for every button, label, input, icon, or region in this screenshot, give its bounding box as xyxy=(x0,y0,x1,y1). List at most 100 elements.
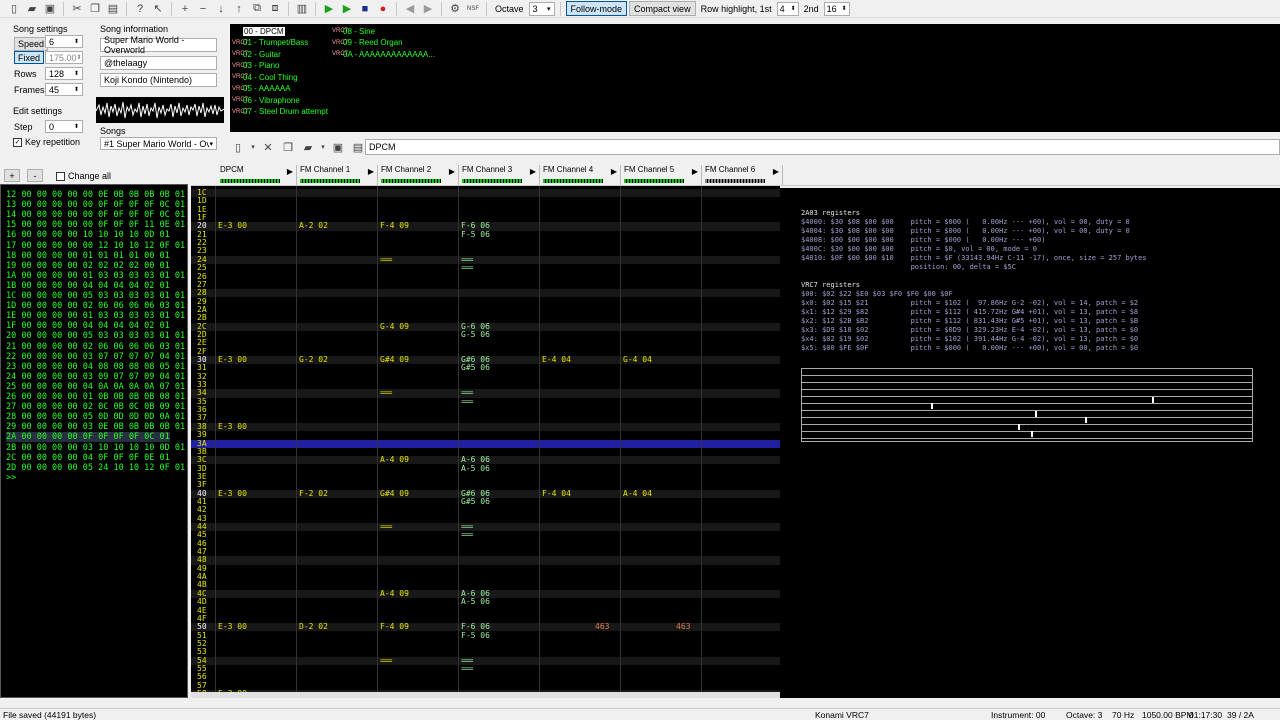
pattern-scrollbar[interactable] xyxy=(191,692,780,698)
copy-icon[interactable]: ❐ xyxy=(87,1,103,16)
remove-frame-icon[interactable]: − xyxy=(195,1,211,16)
pattern-row[interactable]: 23 xyxy=(191,247,780,256)
step-spinner[interactable]: 0 ⬍ xyxy=(45,120,83,133)
pattern-row[interactable]: 1E xyxy=(191,205,780,214)
note-release[interactable]: === xyxy=(380,522,392,531)
pattern-row[interactable]: 32 xyxy=(191,372,780,381)
note-cell[interactable]: G-5 06 xyxy=(461,330,490,339)
record-icon[interactable]: ● xyxy=(375,1,391,16)
effect-cell[interactable]: 463 xyxy=(676,622,690,631)
load-instrument-icon[interactable]: ▰ xyxy=(300,140,316,155)
paste-icon[interactable]: ▤ xyxy=(105,1,121,16)
note-cell[interactable]: A-4 09 xyxy=(380,455,409,464)
save-file-icon[interactable]: ▣ xyxy=(42,1,58,16)
pattern-row[interactable]: 4A xyxy=(191,572,780,581)
note-cell[interactable]: G-2 02 xyxy=(299,355,328,364)
tempo-spinner[interactable]: 175.00 ⬍ xyxy=(45,51,83,64)
channel-header-0[interactable]: DPCM ▶ xyxy=(217,165,297,185)
pattern-row[interactable]: 26 xyxy=(191,272,780,281)
note-cell[interactable]: F-5 06 xyxy=(461,631,490,640)
stop-icon[interactable]: ■ xyxy=(357,1,373,16)
frame-row[interactable]: 1E 00 00 00 00 01 03 03 03 03 01 01 xyxy=(6,311,185,321)
pattern-row[interactable]: 41 G#5 06 xyxy=(191,497,780,506)
channel-header-4[interactable]: FM Channel 4 ▶ xyxy=(540,165,621,185)
row-highlight-2nd-spinner[interactable]: 16 ⬍ xyxy=(823,1,850,16)
channel-header-3[interactable]: FM Channel 3 ▶ xyxy=(459,165,540,185)
frame-row[interactable]: 16 00 00 00 00 10 10 10 10 0D 01 xyxy=(6,230,170,240)
note-cell[interactable]: A-5 06 xyxy=(461,464,490,473)
note-release[interactable]: === xyxy=(461,664,473,673)
effect-cell[interactable]: 463 xyxy=(595,622,609,631)
key-repetition-checkbox[interactable]: ✓ Key repetition xyxy=(13,137,80,147)
note-cell[interactable]: E-3 00 xyxy=(218,489,247,498)
pattern-row[interactable]: 56 xyxy=(191,672,780,681)
pattern-row[interactable]: 51 F-5 06 xyxy=(191,631,780,640)
pattern-row[interactable]: 3E xyxy=(191,472,780,481)
note-cell[interactable]: A-2 02 xyxy=(299,222,328,231)
about-icon[interactable]: ? xyxy=(132,1,148,16)
settings-icon[interactable]: ⚙ xyxy=(447,1,463,16)
pattern-row[interactable]: 1D xyxy=(191,197,780,206)
instrument-item[interactable]: VRC7 07 - Steel Drum attempt xyxy=(232,107,328,117)
channel-header-5[interactable]: FM Channel 5 ▶ xyxy=(621,165,702,185)
chevron-right-icon[interactable]: ▶ xyxy=(773,167,779,176)
duplicate-frame-icon[interactable]: ⧉ xyxy=(249,1,265,16)
nsf-export-icon[interactable]: NSF xyxy=(465,1,481,16)
pattern-row[interactable]: 35 === xyxy=(191,397,780,406)
note-cell[interactable]: F-4 09 xyxy=(380,222,409,231)
next-track-icon[interactable]: ▶ xyxy=(420,1,436,16)
pattern-row[interactable]: 49 xyxy=(191,564,780,573)
frame-row[interactable]: 26 00 00 00 00 01 0B 0B 0B 0B 08 01 xyxy=(6,392,185,402)
chevron-right-icon[interactable]: ▶ xyxy=(449,167,455,176)
frame-row[interactable]: 2B 00 00 00 00 03 10 10 10 10 0D 01 xyxy=(6,443,185,453)
frame-row[interactable]: 20 00 00 00 00 05 03 03 03 03 01 01 xyxy=(6,331,185,341)
frame-row[interactable]: 14 00 00 00 00 00 0F 0F 0F 0F 0C 01 xyxy=(6,210,185,220)
chevron-right-icon[interactable]: ▶ xyxy=(368,167,374,176)
note-cell[interactable]: G#5 06 xyxy=(461,364,490,373)
pattern-row[interactable]: 3A xyxy=(191,439,780,448)
change-all-checkbox[interactable]: Change all xyxy=(56,171,111,181)
clone-instrument-icon[interactable]: ❐ xyxy=(280,140,296,155)
note-release[interactable]: === xyxy=(461,263,473,272)
chevron-right-icon[interactable]: ▶ xyxy=(287,167,293,176)
pattern-row[interactable]: 34 === === xyxy=(191,389,780,398)
pattern-row[interactable]: 53 xyxy=(191,647,780,656)
frame-row[interactable]: 25 00 00 00 00 04 0A 0A 0A 0A 07 01 xyxy=(6,382,185,392)
pattern-row[interactable]: 44 === === xyxy=(191,522,780,532)
song-copyright-field[interactable]: Koji Kondo (Nintendo) xyxy=(100,73,217,87)
pattern-row[interactable]: 33 xyxy=(191,380,780,389)
note-cell[interactable]: F-2 02 xyxy=(299,489,328,498)
note-cell[interactable]: F-4 04 xyxy=(542,489,571,498)
pattern-row[interactable]: 52 xyxy=(191,639,780,648)
follow-mode-button[interactable]: Follow-mode xyxy=(565,1,628,16)
pattern-row[interactable]: 2A xyxy=(191,305,780,314)
instrument-item[interactable]: VRC7 02 - Guitar xyxy=(232,49,281,59)
frame-row[interactable]: 21 00 00 00 00 02 06 06 06 06 03 01 xyxy=(6,342,185,352)
note-cell[interactable]: A-4 04 xyxy=(623,489,652,498)
note-release[interactable]: === xyxy=(461,397,473,406)
instrument-item[interactable]: 00 - DPCM xyxy=(232,26,285,36)
rows-spinner[interactable]: 128 ⬍ xyxy=(45,67,83,80)
instrument-item[interactable]: VRC7 08 - Sine xyxy=(332,26,375,36)
insert-frame-icon[interactable]: + xyxy=(177,1,193,16)
pattern-row[interactable]: 48 xyxy=(191,556,780,565)
pattern-row[interactable]: 29 xyxy=(191,297,780,306)
chevron-down-icon[interactable]: ▾ xyxy=(320,140,326,155)
instrument-item[interactable]: VRC7 01 - Trumpet/Bass xyxy=(232,38,308,48)
pattern-row[interactable]: 36 xyxy=(191,405,780,414)
chevron-right-icon[interactable]: ▶ xyxy=(530,167,536,176)
pattern-row[interactable]: 45 === xyxy=(191,531,780,540)
remove-frame-button[interactable]: - xyxy=(27,169,43,182)
edit-instrument-icon[interactable]: ▤ xyxy=(350,140,366,155)
frame-row[interactable]: 28 00 00 00 00 05 0D 0D 0D 0D 0A 01 xyxy=(6,412,185,422)
chevron-down-icon[interactable]: ▾ xyxy=(250,140,256,155)
help-pointer-icon[interactable]: ↖ xyxy=(150,1,166,16)
note-release[interactable]: === xyxy=(380,255,392,264)
pattern-row[interactable]: 46 xyxy=(191,539,780,548)
frames-spinner[interactable]: 45 ⬍ xyxy=(45,83,83,96)
pattern-row[interactable]: 54 === === xyxy=(191,656,780,665)
chevron-right-icon[interactable]: ▶ xyxy=(692,167,698,176)
pattern-row[interactable]: 24 === === xyxy=(191,255,780,265)
pattern-row[interactable]: 42 xyxy=(191,505,780,514)
note-cell[interactable]: A-4 09 xyxy=(380,589,409,598)
